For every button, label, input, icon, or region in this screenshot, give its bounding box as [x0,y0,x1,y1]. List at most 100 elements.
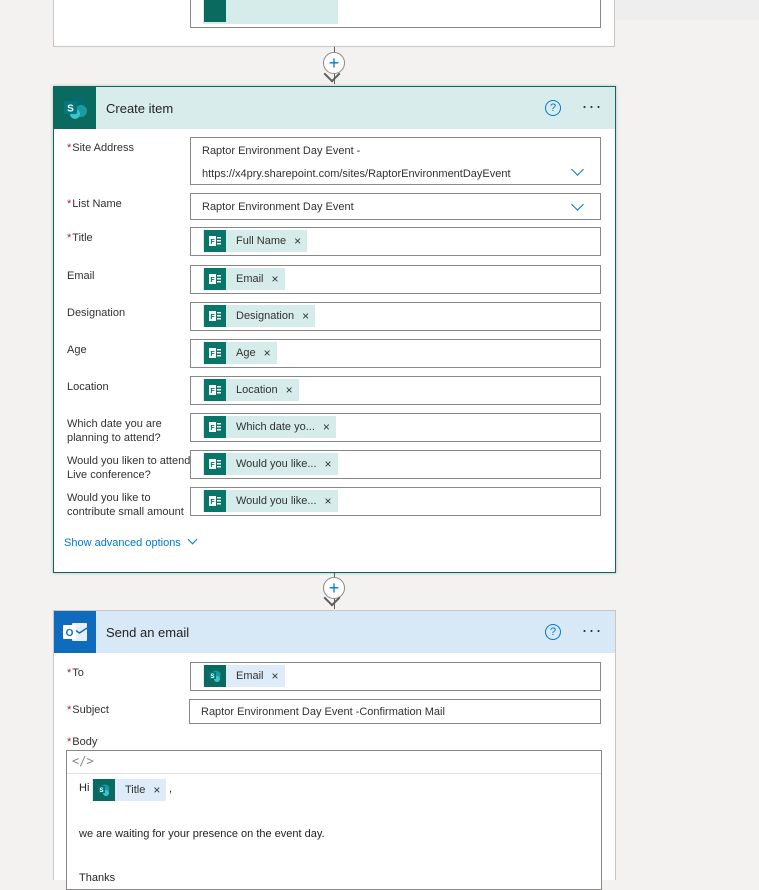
code-view-icon[interactable]: </> [72,754,94,768]
previous-field[interactable] [190,0,601,28]
body-editor[interactable]: </> Hi S Title × , we are waiting for yo… [66,750,602,890]
list-name-label: *List Name [67,198,122,210]
body-comma: , [169,783,173,795]
advanced-options-label: Show advanced options [64,537,181,549]
more-options-button[interactable]: ··· [579,94,605,120]
token-label: Would you like... [236,495,317,507]
svg-text:S: S [99,788,103,794]
dynamic-token-live-conference[interactable]: F Would you like... × [203,453,338,475]
remove-token-button[interactable]: × [323,420,330,434]
help-button[interactable]: ? [545,100,561,116]
date-attend-label: Which date you are planning to attend? [67,418,162,444]
remove-token-button[interactable]: × [264,346,271,360]
live-conference-field[interactable]: F Would you like... × [190,450,601,479]
body-toolbar: </> [67,751,601,774]
location-label: Location [67,381,109,393]
svg-text:F: F [210,314,215,321]
remove-token-button[interactable]: × [325,457,332,471]
chevron-down-icon[interactable] [571,198,584,211]
body-line-2: we are waiting for your presence on the … [79,828,325,840]
list-name-value: Raptor Environment Day Event [202,201,354,213]
designation-label: Designation [67,307,126,319]
date-attend-field[interactable]: F Which date yo... × [190,413,601,442]
create-item-card: S Create item ? ··· *Site Address Raptor… [53,86,616,573]
to-label: *To [67,667,84,679]
token-label: Designation [236,310,295,322]
forms-icon: F [204,453,226,475]
body-line-3: Thanks [79,872,116,884]
svg-text:F: F [210,239,215,246]
list-name-dropdown[interactable]: Raptor Environment Day Event [190,193,601,220]
dynamic-token-title[interactable]: S Title × [92,779,167,801]
email-field[interactable]: F Email × [190,265,601,294]
designation-field[interactable]: F Designation × [190,302,601,331]
token-label: Email [236,273,264,285]
dynamic-token-designation[interactable]: F Designation × [203,305,316,327]
connector-2: + [323,573,347,611]
remove-token-button[interactable]: × [272,272,279,286]
body-greeting: Hi [79,782,90,794]
forms-icon: F [204,490,226,512]
age-label: Age [67,344,87,356]
dynamic-token-email[interactable]: F Email × [203,268,285,290]
remove-token-button[interactable]: × [302,309,309,323]
remove-token-button[interactable]: × [286,383,293,397]
site-address-line1: Raptor Environment Day Event - [202,145,361,157]
svg-text:F: F [210,388,215,395]
dynamic-token-full-name[interactable]: F Full Name × [203,230,308,252]
connector-1: + [323,47,347,87]
to-field[interactable]: S Email × [190,662,601,691]
previous-action-card [53,0,615,47]
send-email-header[interactable]: O Send an email ? ··· [54,611,615,653]
more-options-button[interactable]: ··· [579,618,605,644]
chevron-down-icon[interactable] [571,163,584,176]
canvas-right [616,0,759,876]
remove-token-button[interactable]: × [153,783,160,797]
show-advanced-options-link[interactable]: Show advanced options [64,534,198,549]
token-label: Age [236,347,256,359]
donation-label: Would you like to contribute small amoun… [67,492,184,518]
body-greeting-line: Hi [79,782,89,794]
dynamic-token-donation[interactable]: F Would you like... × [203,490,338,512]
location-field[interactable]: F Location × [190,376,601,405]
age-field[interactable]: F Age × [190,339,601,368]
sharepoint-icon: S [204,665,226,687]
remove-token-button[interactable]: × [272,669,279,683]
dynamic-token-age[interactable]: F Age × [203,342,277,364]
token-label: Which date yo... [236,421,315,433]
help-button[interactable]: ? [545,624,561,640]
svg-text:F: F [210,462,215,469]
svg-text:S: S [210,674,214,680]
create-item-header[interactable]: S Create item ? ··· [54,87,615,129]
forms-icon [204,0,226,22]
subject-label: *Subject [67,704,109,716]
dynamic-token-date[interactable]: F Which date yo... × [203,416,336,438]
forms-icon: F [204,268,226,290]
dynamic-token-email[interactable]: S Email × [203,665,285,687]
outlook-icon: O [54,611,96,653]
donation-field[interactable]: F Would you like... × [190,487,601,516]
live-conference-label: Would you liken to attend Live conferenc… [67,455,191,481]
svg-text:F: F [210,499,215,506]
title-field[interactable]: F Full Name × [190,227,601,256]
token-label: Email [236,670,264,682]
token-label: Title [125,784,146,796]
forms-icon: F [204,379,226,401]
svg-text:F: F [210,425,215,432]
site-address-dropdown[interactable]: Raptor Environment Day Event - https://x… [190,137,601,185]
body-label: *Body [67,736,98,748]
svg-text:O: O [66,628,74,639]
previous-token [203,0,338,24]
remove-token-button[interactable]: × [325,494,332,508]
token-label: Would you like... [236,458,317,470]
remove-token-button[interactable]: × [294,234,301,248]
forms-icon: F [204,416,226,438]
email-label: Email [67,270,95,282]
subject-value: Raptor Environment Day Event -Confirmati… [201,706,445,718]
site-address-line2: https://x4pry.sharepoint.com/sites/Rapto… [202,168,511,180]
subject-input[interactable]: Raptor Environment Day Event -Confirmati… [189,699,601,724]
svg-text:S: S [67,104,74,115]
dynamic-token-location[interactable]: F Location × [203,379,299,401]
forms-icon: F [204,305,226,327]
forms-icon: F [204,342,226,364]
